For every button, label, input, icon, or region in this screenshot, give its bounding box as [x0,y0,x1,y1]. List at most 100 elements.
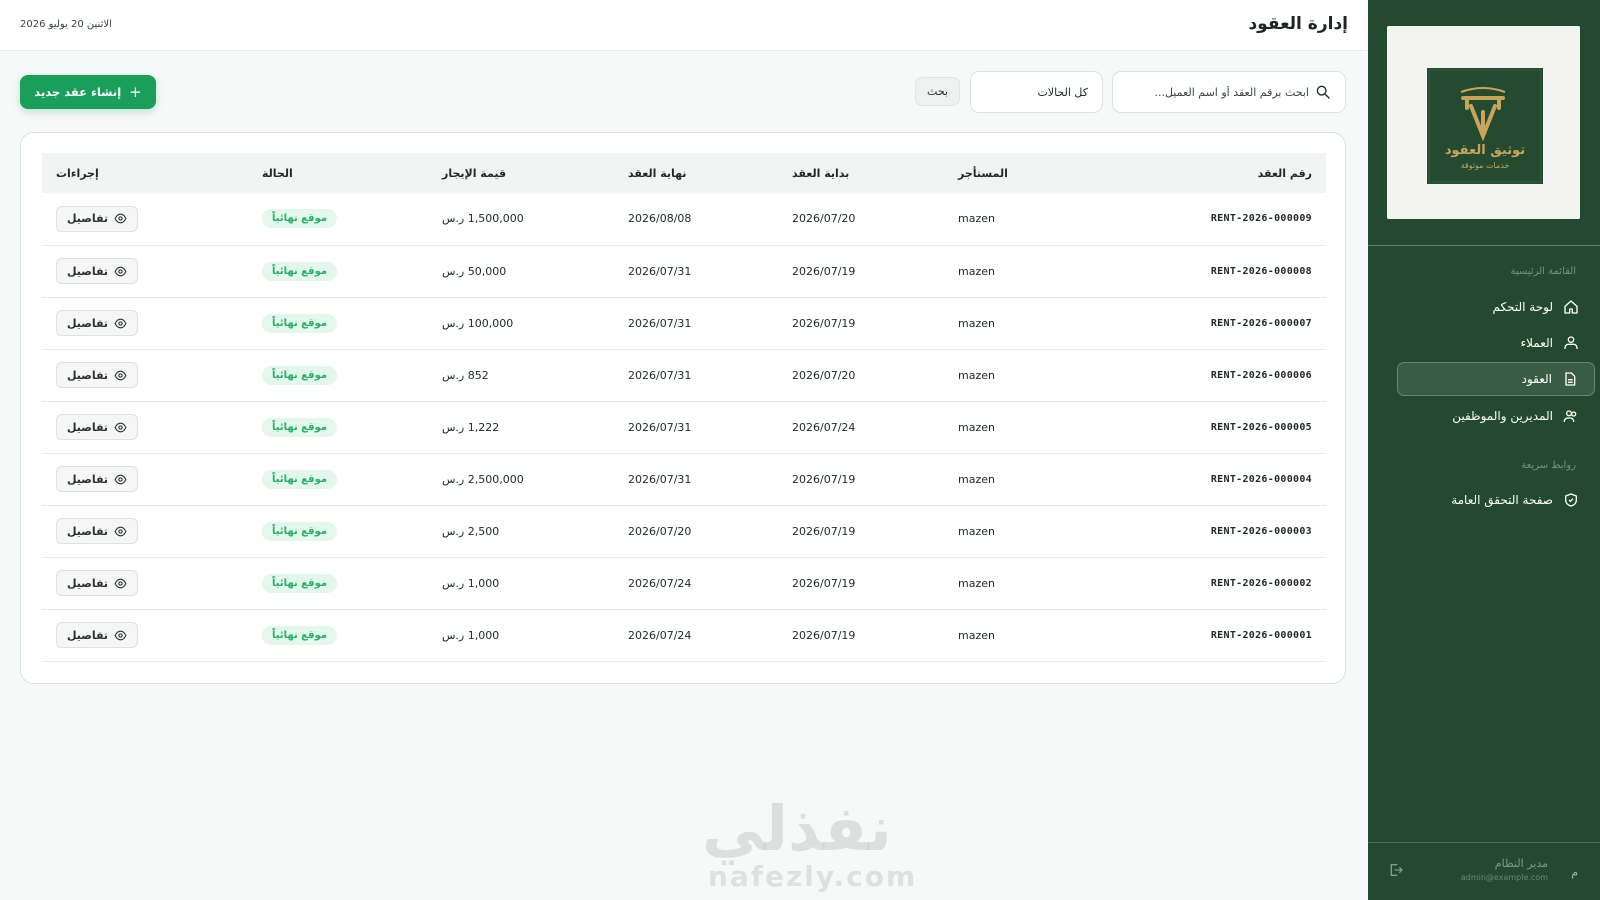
sidebar-item-contracts[interactable]: العقود [1397,362,1595,396]
table-row: RENT-2026-000007 mazen 2026/07/19 2026/07/3… [42,297,1326,350]
sidebar-footer-divider [1368,842,1600,843]
actions-cell: تفاصيل [42,401,248,454]
details-button[interactable]: تفاصيل [56,362,138,388]
eye-icon [114,266,127,276]
column-header-number[interactable]: رقم العقد [1084,153,1326,193]
details-label: تفاصيل [66,420,109,434]
tenant-name: mazen [944,505,1084,558]
create-contract-button[interactable]: + إنشاء عقد جديد [20,75,156,109]
status-cell: موقع نهائياً [248,505,428,558]
rent-value: 1,000 ر.س [428,609,614,662]
sidebar-item-staff[interactable]: المديرين والموظفين [1397,399,1595,433]
clients-icon [1564,336,1578,349]
end-date: 2026/07/31 [614,401,778,454]
status-cell: موقع نهائياً [248,401,428,454]
status-cell: موقع نهائياً [248,245,428,298]
start-date: 2026/07/24 [778,401,944,454]
details-button[interactable]: تفاصيل [56,622,138,648]
column-header-start[interactable]: بداية العقد [778,153,944,193]
details-button[interactable]: تفاصيل [56,310,138,336]
brand-logo[interactable]: توثيق العقود خدمات موثوقة [1387,26,1580,219]
contract-number: RENT-2026-000005 [1084,401,1326,454]
eye-icon [114,213,127,224]
sidebar-divider [1368,245,1600,246]
details-label: تفاصيل [66,472,109,486]
details-button[interactable]: تفاصيل [56,258,138,284]
actions-cell: تفاصيل [42,245,248,298]
status-filter-value: كل الحالات [1037,85,1088,99]
contract-number: RENT-2026-000006 [1084,349,1326,402]
search-button[interactable]: بحث [915,77,960,106]
search-input[interactable] [1127,85,1309,99]
contract-number: RENT-2026-000007 [1084,297,1326,350]
sidebar-item-dashboard[interactable]: لوحة التحكم [1397,290,1595,324]
end-date: 2026/07/24 [614,609,778,662]
rent-value-text: 1,000 ر.س [442,628,500,642]
details-label: تفاصيل [66,524,109,538]
start-date: 2026/07/19 [778,505,944,558]
table-row: RENT-2026-000006 mazen 2026/07/20 2026/07/3… [42,349,1326,402]
status-cell: موقع نهائياً [248,297,428,350]
rent-value-text: 1,222 ر.س [442,420,500,434]
end-date: 2026/07/31 [614,297,778,350]
sidebar: توثيق العقود خدمات موثوقة القائمة الرئيس… [1368,0,1600,900]
status-badge: موقع نهائياً [262,261,338,281]
table-body: RENT-2026-000009 mazen 2026/07/20 2026/08/0… [42,193,1326,662]
tenant-name: mazen [944,557,1084,610]
avatar: م [1571,866,1578,879]
column-header-rent[interactable]: قيمة الإيجار [428,153,614,193]
details-button[interactable]: تفاصيل [56,205,138,232]
rent-value: 2,500 ر.س [428,505,614,558]
details-button[interactable]: تفاصيل [56,414,138,440]
sidebar-item-clients[interactable]: العملاء [1397,326,1595,360]
status-badge: موقع نهائياً [262,417,338,437]
column-header-end[interactable]: نهاية العقد [614,153,778,193]
details-button[interactable]: تفاصيل [56,466,138,492]
column-header-tenant[interactable]: المستأجر [944,153,1084,193]
status-badge: موقع نهائياً [262,469,338,489]
details-button[interactable]: تفاصيل [56,518,138,544]
sidebar-item-public-verification[interactable]: صفحة التحقق العامة [1397,483,1595,517]
details-button[interactable]: تفاصيل [56,570,138,596]
rent-value: 852 ر.س [428,349,614,402]
table-row: RENT-2026-000001 mazen 2026/07/19 2026/07/2… [42,609,1326,662]
tenant-name: mazen [944,401,1084,454]
logo-image: توثيق العقود خدمات موثوقة [1387,26,1580,219]
status-filter-select[interactable]: كل الحالات [970,71,1103,113]
rent-value-text: 2,500,000 ر.س [442,472,524,486]
sidebar-item-label: المديرين والموظفين [1452,409,1553,423]
details-label: تفاصيل [66,264,109,278]
svg-text:خدمات موثوقة: خدمات موثوقة [1461,161,1510,170]
eye-icon [114,474,127,484]
rent-value: 1,222 ر.س [428,401,614,454]
table-row: RENT-2026-000005 mazen 2026/07/24 2026/07/3… [42,401,1326,454]
details-label: تفاصيل [66,368,109,382]
watermark-latin: nafezly.com [708,860,918,893]
search-icon [1316,85,1330,99]
details-label: تفاصيل [66,316,109,330]
home-icon [1564,300,1578,314]
end-date: 2026/08/08 [614,193,778,246]
start-date: 2026/07/19 [778,609,944,662]
status-badge: موقع نهائياً [262,521,338,541]
table-row: RENT-2026-000009 mazen 2026/07/20 2026/08/0… [42,193,1326,246]
table-header-row: رقم العقد المستأجر بداية العقد نهاية الع… [42,153,1326,193]
column-header-status[interactable]: الحالة [248,153,428,193]
rent-value-text: 1,000 ر.س [442,576,500,590]
status-cell: موقع نهائياً [248,193,428,246]
status-badge: موقع نهائياً [262,625,338,645]
search-box[interactable] [1112,71,1346,113]
tenant-name: mazen [944,245,1084,298]
contract-number: RENT-2026-000008 [1084,245,1326,298]
eye-icon [114,578,127,588]
rent-value: 100,000 ر.س [428,297,614,350]
logout-icon[interactable] [1388,862,1404,878]
tenant-name: mazen [944,453,1084,506]
start-date: 2026/07/19 [778,245,944,298]
shield-check-icon [1565,493,1577,507]
rent-value-text: 852 ر.س [442,368,489,382]
plus-icon: + [129,83,142,101]
actions-cell: تفاصيل [42,349,248,402]
sidebar-item-label: العقود [1521,372,1552,386]
contract-number: RENT-2026-000004 [1084,453,1326,506]
